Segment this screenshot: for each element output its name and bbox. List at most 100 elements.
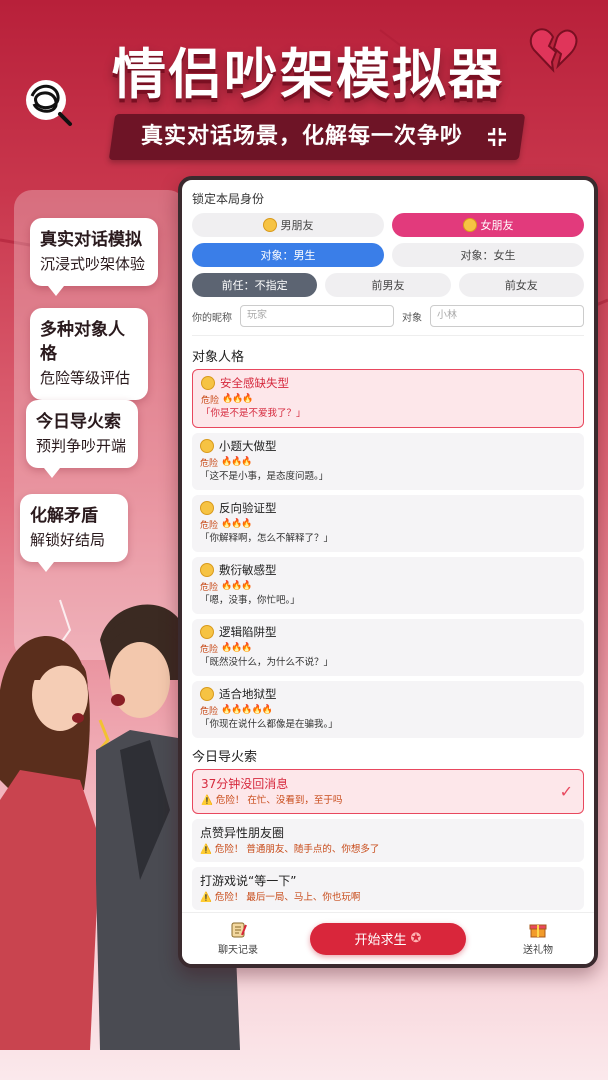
personality-quote: 「你是不是不爱我了？」 [201,408,306,419]
nickname-label: 你的昵称 [192,312,232,324]
risk-row: 危险 🔥🔥🔥 [200,517,576,531]
nickname-input[interactable]: 玩家 [240,305,394,327]
ex-boyfriend-button[interactable]: 前男友 [325,273,451,297]
personality-card[interactable]: 适合地狱型 危险 🔥🔥🔥🔥🔥 「你现在说什么都像是在骗我。」 [192,681,584,738]
personality-quote: 「既然没什么，为什么不说？」 [200,657,334,668]
trigger-description: ⚠️ 危险！ 普通朋友、随手点的、你想多了 [200,844,380,855]
trigger-card[interactable]: 点赞异性朋友圈 ⚠️ 危险！ 普通朋友、随手点的、你想多了 [192,819,584,862]
role-boyfriend-button[interactable]: 男朋友 [192,213,384,237]
trigger-section-title: 今日导火索 [192,750,258,765]
feature-card-dialogue: 真实对话模拟 沉浸式吵架体验 [30,218,158,296]
personality-name-row: 逻辑陷阱型 [200,623,576,641]
trigger-description: ⚠️ 危险！ 在忙、没看到，至于吗 [201,795,343,806]
boy-face-icon [262,218,277,232]
trigger-description: ⚠️ 危险！ 最后一局、马上、你也玩啊 [200,892,361,903]
personality-list: 安全感缺失型 危险 🔥🔥🔥 「你是不是不爱我了？」 小题大做型 危险 🔥🔥🔥 「这不是小事，是… [192,369,584,738]
personality-name-row: 反向验证型 [200,499,576,517]
star-icon: ✪ [410,931,422,946]
broken-heart-icon [529,28,578,73]
feature-card-personality: 多种对象人格 危险等级评估 [30,308,148,410]
bottom-action-bar: 聊天记录 开始求生 ✪ 送礼物 [182,912,594,964]
feature-subtitle: 解锁好结局 [30,531,106,549]
face-emoji-icon [200,687,214,701]
trigger-card[interactable]: 37分钟没回消息 ⚠️ 危险！ 在忙、没看到，至于吗 ✓ [192,769,584,814]
face-emoji-icon [200,439,214,453]
personality-card[interactable]: 安全感缺失型 危险 🔥🔥🔥 「你是不是不爱我了？」 [192,369,584,428]
role-girlfriend-button[interactable]: 女朋友 [392,213,584,237]
girl-face-icon [462,218,477,232]
trigger-card[interactable]: 打游戏说“等一下” ⚠️ 危险！ 最后一局、马上、你也玩啊 [192,867,584,910]
target-gender-selector: 对象：男生 对象：女生 [192,243,584,267]
personality-name-row: 敷衍敏感型 [200,561,576,579]
risk-label: 危险 [200,582,219,593]
risk-label: 危险 [201,395,220,406]
gift-button[interactable]: 送礼物 [508,921,568,956]
feature-subtitle: 沉浸式吵架体验 [40,255,146,273]
identity-label: 锁定本局身份 [192,192,265,206]
panel-content: 锁定本局身份 男朋友 女朋友 对象：男生 对象：女生 前任：不指定 前男友 前女… [192,190,584,963]
feature-card-trigger: 今日导火索 预判争吵开端 [26,400,138,478]
name-inputs: 你的昵称 玩家 对象 小林 [192,305,584,336]
subtitle: 真实对话场景，化解每一次争吵 [140,124,463,149]
ex-none-button[interactable]: 前任：不指定 [192,273,318,297]
personality-section-title: 对象人格 [192,350,245,365]
feature-title: 今日导火索 [36,412,121,432]
risk-label: 危险 [200,706,219,717]
flame-rating-icon: 🔥🔥🔥🔥🔥 [221,705,273,715]
notepad-icon [231,922,247,938]
feature-card-resolve: 化解矛盾 解锁好结局 [20,494,128,572]
start-button[interactable]: 开始求生 ✪ [310,922,466,955]
checkmark-icon: ✓ [559,782,573,801]
risk-label: 危险 [200,458,219,469]
feature-subtitle: 危险等级评估 [40,369,131,387]
target-female-button[interactable]: 对象：女生 [392,243,584,267]
risk-row: 危险 🔥🔥🔥 [201,392,575,406]
personality-card[interactable]: 敷衍敏感型 危险 🔥🔥🔥 「嗯，没事，你忙吧。」 [192,557,584,614]
personality-name: 安全感缺失型 [220,376,289,390]
feature-title: 真实对话模拟 [40,230,142,250]
trigger-name: 37分钟没回消息 [201,777,289,791]
risk-row: 危险 🔥🔥🔥🔥🔥 [200,703,576,717]
face-emoji-icon [200,501,214,515]
feature-subtitle: 预判争吵开端 [36,437,127,455]
chat-log-button[interactable]: 聊天记录 [208,921,268,956]
personality-name-row: 适合地狱型 [200,685,576,703]
app-panel: 锁定本局身份 男朋友 女朋友 对象：男生 对象：女生 前任：不指定 前男友 前女… [178,176,598,968]
trigger-name: 打游戏说“等一下” [200,874,297,888]
face-emoji-icon [200,625,214,639]
personality-quote: 「你解释啊，怎么不解释了？」 [200,533,334,544]
personality-card[interactable]: 逻辑陷阱型危险 🔥🔥🔥 「既然没什么，为什么不说？」 [192,619,584,676]
angry-scribble-icon [26,80,72,126]
risk-label: 危险 [200,644,219,655]
chat-log-label: 聊天记录 [218,945,258,956]
ex-girlfriend-button[interactable]: 前女友 [458,273,584,297]
personality-card[interactable]: 反向验证型 危险 🔥🔥🔥 「你解释啊，怎么不解释了？」 [192,495,584,552]
face-emoji-icon [200,563,214,577]
start-label: 开始求生 [354,933,407,948]
personality-quote: 「你现在说什么都像是在骗我。」 [200,719,338,730]
ex-selector: 前任：不指定 前男友 前女友 [192,273,584,297]
role-selector: 男朋友 女朋友 [192,213,584,237]
flame-rating-icon: 🔥🔥🔥 [221,581,253,591]
risk-row: 危险 🔥🔥🔥 [200,455,576,469]
personality-card[interactable]: 小题大做型 危险 🔥🔥🔥 「这不是小事，是态度问题。」 [192,433,584,490]
personality-quote: 「嗯，没事，你忙吧。」 [200,595,300,606]
target-male-button[interactable]: 对象：男生 [192,243,384,267]
partner-label: 对象 [402,312,422,324]
flame-rating-icon: 🔥🔥🔥 [222,394,254,404]
personality-quote: 「这不是小事，是态度问题。」 [200,471,329,482]
risk-row: 危险 🔥🔥🔥 [200,641,576,655]
anger-mark-icon [488,128,506,146]
personality-name: 敷衍敏感型 [219,563,277,577]
feature-title: 多种对象人格 [40,320,125,364]
partner-input[interactable]: 小林 [430,305,584,327]
risk-row: 危险 🔥🔥🔥 [200,579,576,593]
risk-label: 危险 [200,520,219,531]
trigger-name: 点赞异性朋友圈 [200,826,285,840]
gift-icon [529,924,547,938]
personality-name: 逻辑陷阱型 [219,625,277,639]
personality-name: 适合地狱型 [219,687,277,701]
flame-rating-icon: 🔥🔥🔥 [221,457,253,467]
personality-name-row: 安全感缺失型 [201,374,575,392]
personality-name-row: 小题大做型 [200,437,576,455]
